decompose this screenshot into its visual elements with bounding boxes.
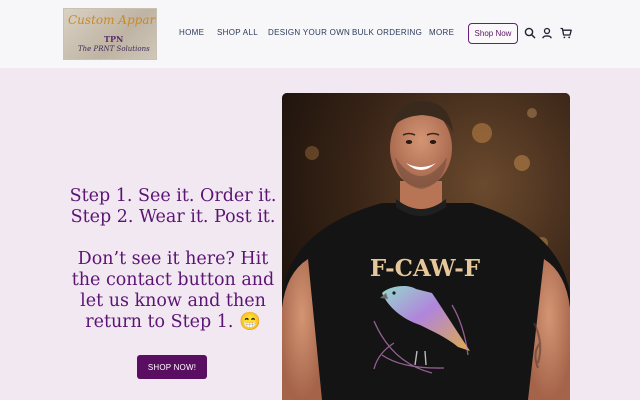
cart-icon[interactable] (559, 26, 573, 40)
headline-line: Step 1. See it. Order it. (69, 186, 277, 206)
nav-item-home[interactable]: HOME (179, 28, 204, 37)
nav-item-bulk-ordering[interactable]: BULK ORDERING (352, 28, 422, 37)
logo-tpn-text: TPN (104, 34, 124, 44)
logo-subtitle: The PRNT Solutions (78, 45, 150, 53)
headline-spacer (60, 228, 286, 249)
hero-headline: Step 1. See it. Order it. Step 2. Wear i… (60, 186, 286, 333)
nav-item-more[interactable]: MORE (429, 28, 454, 37)
hero-shop-now-button[interactable]: SHOP NOW! (137, 355, 207, 379)
nav-item-shop-all[interactable]: SHOP ALL (217, 28, 258, 37)
hero-photo-illustration: F-CAW-F (282, 93, 570, 400)
account-icon[interactable] (540, 26, 554, 40)
nav-item-design-your-own[interactable]: DESIGN YOUR OWN (268, 28, 350, 37)
headline-line: return to Step 1. 😁 (85, 312, 261, 332)
logo-script-text: Custom Apparel (68, 13, 157, 27)
site-logo[interactable]: Custom Apparel TPN The PRNT Solutions (63, 8, 157, 60)
header-shop-now-button[interactable]: Shop Now (468, 23, 518, 44)
site-header: Custom Apparel TPN The PRNT Solutions HO… (0, 0, 640, 68)
headline-line: Step 2. Wear it. Post it. (70, 207, 276, 227)
shirt-text: F-CAW-F (370, 255, 481, 282)
hero-image: F-CAW-F (282, 93, 570, 400)
headline-line: the contact button and (71, 270, 275, 290)
headline-line: let us know and then (80, 291, 266, 311)
headline-line: Don’t see it here? Hit (77, 249, 269, 269)
search-icon[interactable] (523, 26, 537, 40)
